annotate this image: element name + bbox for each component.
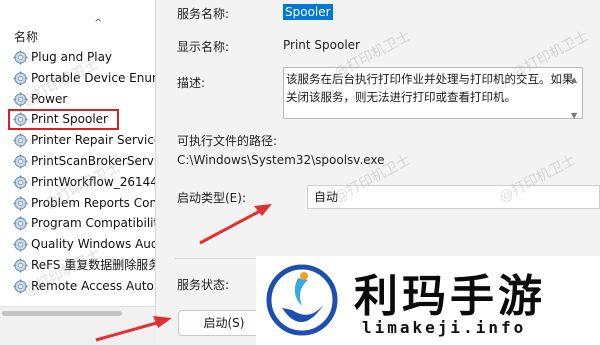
service-name-text: Program Compatibility <box>31 216 156 231</box>
services-list-panel: ^ 名称 Plug and Play Portable Device Enum Po… <box>0 0 156 320</box>
services-list: Plug and Play Portable Device Enum Power Pr… <box>0 47 156 297</box>
scrollbar-thumb[interactable] <box>2 311 122 316</box>
service-gear-icon <box>13 50 28 65</box>
description-text: 该服务在后台执行打印作业并处理与打印机的交互。如果关闭该服务，则无法进行打印或查… <box>286 72 574 104</box>
service-row[interactable]: Printer Repair Service <box>0 130 156 151</box>
scroll-down-icon[interactable]: ▼ <box>571 107 577 125</box>
service-gear-icon <box>13 216 28 231</box>
service-name-text: Portable Device Enum <box>31 70 156 85</box>
logo-url: limakeji.info <box>362 318 527 337</box>
service-row[interactable]: Plug and Play <box>0 47 155 68</box>
logo-title: 利玛手游 <box>354 271 546 322</box>
column-header-label: 名称 <box>14 30 39 44</box>
service-name-value[interactable]: Spooler <box>283 4 333 20</box>
startup-type-label: 启动类型(E): <box>177 191 246 205</box>
service-row[interactable]: Remote Access Auto <box>0 276 155 297</box>
logo-emblem-icon <box>266 264 338 336</box>
scroll-up-icon[interactable]: ▲ <box>571 71 577 89</box>
service-gear-icon <box>13 92 28 107</box>
service-name-label: 服务名称: <box>177 7 230 21</box>
service-name-text: Print Spooler <box>31 112 108 127</box>
service-gear-icon <box>13 279 28 294</box>
sort-ascending-icon: ^ <box>94 18 103 29</box>
service-name-text: Plug and Play <box>31 50 113 64</box>
service-row[interactable]: Power <box>0 89 155 110</box>
display-name-label: 显示名称: <box>177 40 230 54</box>
description-label: 描述: <box>177 76 206 90</box>
service-name-text: Printer Repair Service <box>31 133 156 148</box>
name-column-header[interactable]: ^ 名称 <box>0 18 155 46</box>
service-row-print-spooler[interactable]: Print Spooler <box>8 109 119 131</box>
service-name-text: PrintWorkflow_26144 <box>31 174 156 189</box>
status-strip <box>0 320 156 345</box>
display-name-value[interactable]: Print Spooler <box>283 38 360 52</box>
startup-type-dropdown[interactable]: 自动 <box>307 185 600 209</box>
service-gear-icon <box>13 258 28 273</box>
description-scrollbar[interactable]: ▲ ▼ <box>569 69 581 120</box>
service-row[interactable]: Portable Device Enum <box>0 68 156 89</box>
exe-path-value: C:\Windows\System32\spoolsv.exe <box>177 153 385 167</box>
exe-path-label: 可执行文件的路径: <box>177 134 278 148</box>
description-textbox[interactable]: 该服务在后台执行打印作业并处理与打印机的交互。如果关闭该服务，则无法进行打印或查… <box>283 67 583 120</box>
service-row[interactable]: Program Compatibility <box>0 213 156 234</box>
service-gear-icon <box>13 154 28 169</box>
service-name-text: PrintScanBrokerService <box>31 153 155 168</box>
service-row[interactable]: Quality Windows Aud <box>0 234 156 255</box>
site-logo-card: 利玛手游 limakeji.info <box>256 256 600 345</box>
service-gear-icon <box>13 71 28 86</box>
service-name-text: Problem Reports Control <box>31 195 156 210</box>
service-row[interactable]: PrintWorkflow_26144 <box>0 172 156 193</box>
service-gear-icon <box>13 237 28 252</box>
service-gear-icon <box>13 112 28 127</box>
service-status-label: 服务状态: <box>177 278 230 292</box>
service-gear-icon <box>13 196 28 211</box>
service-name-text: ReFS 重复数据删除服务 <box>31 257 156 272</box>
service-name-text: Power <box>31 91 68 106</box>
service-row[interactable]: PrintScanBrokerService <box>0 151 155 172</box>
service-gear-icon <box>13 175 28 190</box>
service-gear-icon <box>13 133 28 148</box>
service-row[interactable]: Problem Reports Control <box>0 193 156 214</box>
service-name-text: Quality Windows Aud <box>31 237 156 252</box>
service-row[interactable]: ReFS 重复数据删除服务 <box>0 255 156 276</box>
startup-type-selected: 自动 <box>314 190 339 204</box>
horizontal-scrollbar[interactable] <box>0 306 155 320</box>
service-name-text: Remote Access Auto <box>31 278 154 293</box>
